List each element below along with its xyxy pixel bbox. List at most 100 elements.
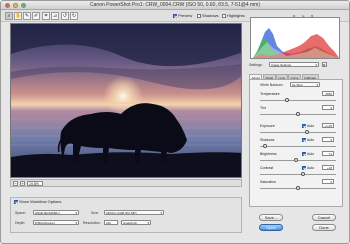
zoom-bar: − + 19.8% — [10, 179, 242, 187]
preview-checkbox[interactable] — [173, 13, 177, 18]
straighten-icon: ⊿ — [52, 13, 58, 19]
crop-icon: ⌗ — [44, 13, 48, 19]
brightness-value-field[interactable]: 71 — [322, 151, 334, 156]
tint-slider[interactable] — [260, 112, 336, 116]
rotate-right-button[interactable]: ↻ — [70, 12, 78, 20]
shadows-auto-toggle[interactable]: Auto — [302, 138, 314, 142]
rotate-right-icon: ↻ — [71, 13, 77, 19]
settings-select[interactable]: Image Settings — [269, 62, 319, 67]
crop-tool-button[interactable]: ⌗ — [42, 12, 50, 20]
brightness-auto-checkbox[interactable] — [302, 152, 306, 156]
settings-menu-button[interactable]: ▸ — [322, 62, 327, 67]
tint-value-field[interactable]: 0 — [322, 105, 334, 110]
exposure-auto-toggle[interactable]: Auto — [302, 124, 314, 128]
saturation-slider[interactable] — [260, 186, 336, 190]
highlights-checkbox[interactable] — [222, 13, 226, 18]
white-balance-tool-button[interactable]: ✎ — [23, 12, 31, 20]
white-balance-select[interactable]: As Shot — [290, 82, 320, 87]
highlights-label: Highlights — [227, 13, 245, 18]
cancel-button[interactable]: Cancel — [312, 214, 336, 221]
title-bar: Canon PowerShot Pro1: CRW_0004.CRW (ISO … — [1, 1, 349, 10]
contrast-label: Contrast — [260, 166, 274, 170]
preview-label: Preview — [178, 13, 193, 18]
image-preview[interactable] — [10, 23, 242, 178]
contrast-auto-checkbox[interactable] — [302, 166, 306, 170]
settings-panel: Settings: Image Settings ▸ Adjust Detail… — [247, 62, 345, 208]
straighten-tool-button[interactable]: ⊿ — [51, 12, 59, 20]
done-button[interactable]: Done — [312, 224, 336, 231]
shadows-label: Shadows — [202, 13, 219, 18]
adjust-tab-body: White Balance: As Shot Temperature 2650 Ti… — [249, 79, 343, 207]
menu-arrow-icon: ▸ — [323, 62, 326, 67]
saturation-label: Saturation — [260, 180, 276, 184]
space-select[interactable]: sRGB IEC61966-1 — [33, 210, 79, 215]
temperature-value-field[interactable]: 2650 — [322, 91, 334, 96]
shadows-slider[interactable] — [260, 144, 336, 148]
camera-raw-window: Canon PowerShot Pro1: CRW_0004.CRW (ISO … — [0, 0, 350, 244]
exposure-slider[interactable] — [260, 130, 336, 134]
shadows-slider-knob[interactable] — [262, 144, 267, 148]
rotate-left-button[interactable]: ↺ — [61, 12, 69, 20]
temperature-slider-knob[interactable] — [284, 98, 289, 102]
exposure-auto-checkbox[interactable] — [302, 124, 306, 128]
contrast-auto-toggle[interactable]: Auto — [302, 166, 314, 170]
brightness-auto-label: Auto — [307, 152, 315, 156]
space-label: Space: — [15, 211, 26, 215]
contrast-slider[interactable] — [260, 172, 336, 176]
zoom-level-select[interactable]: 19.8% — [27, 181, 43, 186]
hand-tool-button[interactable]: ✋ — [14, 12, 22, 20]
settings-row: Settings: Image Settings ▸ — [247, 62, 345, 69]
workflow-checkbox[interactable] — [14, 199, 18, 204]
brightness-label: Brightness — [260, 152, 277, 156]
shadows-auto-label: Auto — [307, 138, 315, 142]
shadows-label: Shadows — [260, 138, 275, 142]
histogram — [250, 17, 340, 59]
contrast-auto-label: Auto — [307, 166, 315, 170]
eyedropper-icon: ✎ — [24, 13, 30, 19]
plus-icon: + — [21, 181, 24, 186]
brightness-auto-toggle[interactable]: Auto — [302, 152, 314, 156]
preview-toggle[interactable]: Preview — [173, 13, 192, 18]
brightness-slider-knob[interactable] — [293, 158, 298, 162]
contrast-value-field[interactable]: +18 — [322, 165, 334, 170]
color-sampler-tool-button[interactable]: ✐ — [32, 12, 40, 20]
magnifier-icon: ⌕ — [7, 13, 11, 19]
size-label: Size: — [91, 211, 99, 215]
exposure-value-field[interactable]: +1.05 — [322, 123, 334, 128]
sampler-icon: ✐ — [33, 13, 39, 19]
resolution-label: Resolution: — [83, 221, 101, 225]
size-select[interactable]: 3264 by 2448 (8.0 MP) — [104, 210, 164, 215]
shadows-value-field[interactable]: 5 — [322, 137, 334, 142]
resolution-unit-select[interactable]: pixels/inch — [121, 220, 151, 225]
zoom-out-button[interactable]: − — [13, 181, 18, 186]
open-button[interactable]: Open — [259, 224, 283, 231]
saturation-slider-knob[interactable] — [296, 186, 300, 190]
save-button[interactable]: Save... — [259, 214, 283, 221]
zoom-in-button[interactable]: + — [20, 181, 25, 186]
resolution-input[interactable]: 240 — [104, 220, 118, 225]
zoom-tool-button[interactable]: ⌕ — [5, 12, 13, 20]
depth-select[interactable]: 8 Bits/Channel — [33, 220, 79, 225]
saturation-value-field[interactable]: 0 — [322, 179, 334, 184]
contrast-slider-knob[interactable] — [300, 172, 305, 176]
highlights-toggle[interactable]: Highlights — [222, 13, 245, 18]
minus-icon: − — [14, 181, 17, 186]
workflow-label: Show Workflow Options — [19, 199, 62, 204]
bison-sunset-photo — [11, 24, 241, 177]
exposure-slider-knob[interactable] — [305, 130, 310, 134]
brightness-slider[interactable] — [260, 158, 336, 162]
shadows-checkbox[interactable] — [197, 13, 201, 18]
histogram-graph — [253, 28, 339, 58]
workflow-options: Show Workflow Options Space: sRGB IEC619… — [10, 197, 242, 233]
hand-icon: ✋ — [15, 13, 22, 19]
tint-label: Tint — [260, 106, 266, 110]
shadows-auto-checkbox[interactable] — [302, 138, 306, 142]
settings-label: Settings: — [249, 63, 263, 67]
tint-slider-knob[interactable] — [296, 112, 300, 116]
exposure-auto-label: Auto — [307, 124, 315, 128]
workflow-toggle[interactable]: Show Workflow Options — [14, 199, 61, 204]
temperature-slider[interactable] — [260, 98, 336, 102]
shadows-toggle[interactable]: Shadows — [197, 13, 218, 18]
exposure-label: Exposure — [260, 124, 275, 128]
rotate-left-icon: ↺ — [62, 13, 68, 19]
